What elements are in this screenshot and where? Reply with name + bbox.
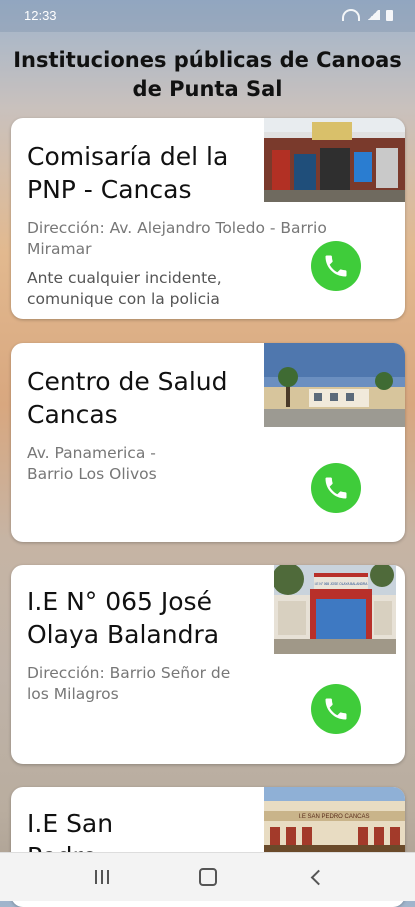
card-title: Centro de Salud Cancas: [27, 367, 228, 429]
nav-back-button[interactable]: [298, 865, 338, 889]
status-icons: [342, 9, 393, 21]
nav-home-button[interactable]: [188, 865, 228, 889]
school-olaya-sign: I.E N° 065 JOSE OLAYA BALANDRA: [315, 582, 369, 586]
page-title: Instituciones públicas de Canoas de Punt…: [13, 48, 402, 101]
card-title: I.E N° 065 José Olaya Balandra: [27, 587, 220, 649]
school-olaya-photo: I.E N° 065 JOSE OLAYA BALANDRA: [274, 565, 396, 654]
school-san-pedro-photo: I.E SAN PEDRO CANCAS: [264, 787, 405, 857]
status-time: 12:33: [24, 8, 57, 23]
wifi-icon: [342, 9, 360, 21]
health-center-photo: [264, 343, 405, 427]
battery-icon: [386, 9, 393, 21]
phone-icon: [325, 698, 347, 720]
card-note: Ante cualquier incidente, comunique con …: [27, 269, 222, 308]
institution-card-police[interactable]: Comisaría del la PNP - Cancas Dirección:…: [11, 118, 405, 319]
system-nav-bar: [0, 852, 415, 901]
call-button[interactable]: [311, 241, 361, 291]
institution-card-school-olaya[interactable]: I.E N° 065 JOSE OLAYA BALANDRA I.E N° 06…: [11, 565, 405, 764]
call-button[interactable]: [311, 684, 361, 734]
police-station-photo: [264, 118, 405, 202]
call-button[interactable]: [311, 463, 361, 513]
school-san-pedro-sign: I.E SAN PEDRO CANCAS: [298, 814, 369, 820]
institution-card-health[interactable]: Centro de Salud Cancas Av. Panamerica - …: [11, 343, 405, 542]
signal-icon: [366, 10, 380, 20]
status-bar: 12:33: [0, 0, 415, 32]
home-icon: [199, 868, 217, 886]
card-address: Dirección: Barrio Señor de los Milagros: [27, 664, 231, 703]
back-icon: [310, 869, 326, 885]
card-address: Dirección: Av. Alejandro Toledo - Barrio…: [27, 219, 327, 258]
phone-icon: [325, 255, 347, 277]
card-title: Comisaría del la PNP - Cancas: [27, 142, 229, 204]
nav-recents-button[interactable]: [82, 865, 122, 889]
phone-icon: [325, 477, 347, 499]
recents-icon: [95, 870, 109, 884]
card-address: Av. Panamerica - Barrio Los Olivos: [27, 444, 157, 483]
